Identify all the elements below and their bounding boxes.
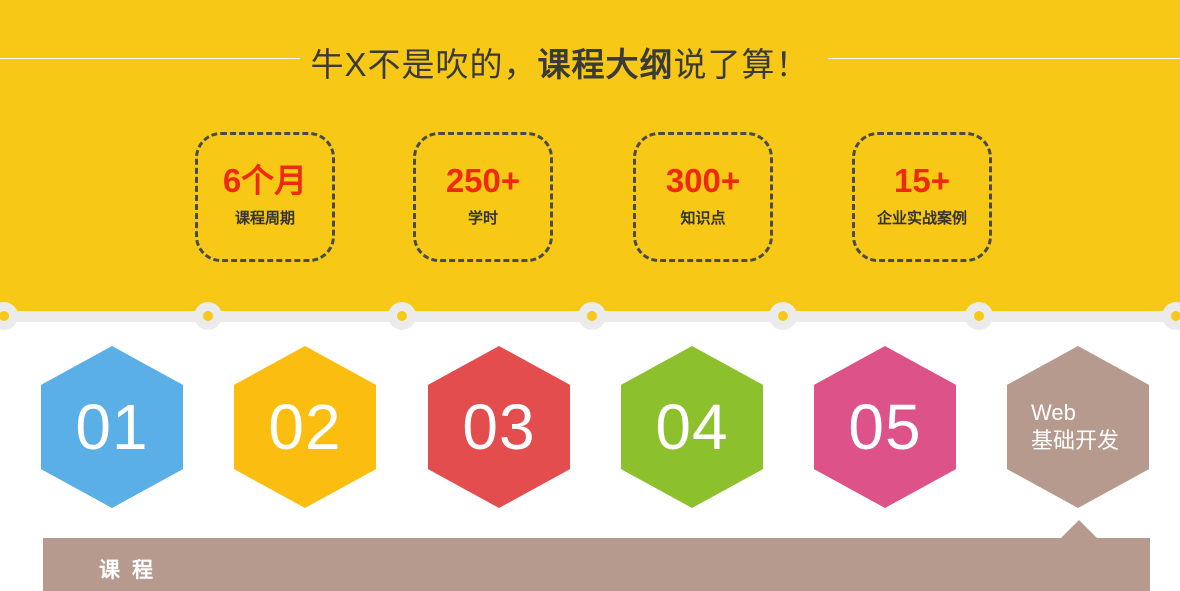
active-module-pointer: [1061, 520, 1097, 538]
stat-label: 课程周期: [234, 210, 295, 227]
module-hex-web-basics[interactable]: Web 基础开发: [1007, 346, 1149, 508]
module-title-line1: Web: [1031, 400, 1076, 425]
stat-hours: 250+ 学时: [413, 132, 553, 262]
module-number: 02: [268, 391, 342, 463]
module-number: 04: [655, 391, 729, 463]
stat-value: 300+: [665, 162, 741, 199]
stat-value: 6个月: [222, 162, 308, 199]
module-hex-03[interactable]: 03: [428, 346, 570, 508]
title-highlight: 课程大纲: [537, 46, 674, 83]
title-line-right: [828, 58, 1180, 59]
stat-course-period: 6个月 课程周期: [195, 132, 335, 262]
stat-knowledge-points: 300+ 知识点: [633, 132, 773, 262]
course-bar-label: 课程: [99, 559, 165, 582]
timeline-dot: [965, 302, 993, 330]
title-suffix: 说了算！: [673, 46, 810, 83]
module-number: 05: [848, 391, 922, 463]
module-hex-04[interactable]: 04: [621, 346, 763, 508]
timeline-dot: [769, 302, 797, 330]
timeline-dot: [1162, 302, 1180, 330]
module-hex-01[interactable]: 01: [41, 346, 183, 508]
module-hex-02[interactable]: 02: [234, 346, 376, 508]
title-line-left: [0, 58, 300, 59]
stat-label: 企业实战案例: [876, 210, 967, 227]
page-title: 牛X不是吹的，课程大纲说了算！: [300, 38, 820, 86]
stat-label: 学时: [467, 210, 498, 227]
stat-label: 知识点: [680, 210, 726, 227]
module-title-line2: 基础开发: [1031, 428, 1120, 453]
module-number: 01: [75, 391, 149, 463]
stat-value: 250+: [445, 162, 521, 199]
timeline-dot: [194, 302, 222, 330]
timeline-dot: [388, 302, 416, 330]
timeline-dot: [578, 302, 606, 330]
title-prefix: 牛X不是吹的，: [310, 46, 538, 83]
module-number: 03: [462, 391, 536, 463]
stat-cases: 15+ 企业实战案例: [852, 132, 992, 262]
course-bar: 课程: [43, 538, 1150, 591]
stat-value: 15+: [894, 162, 950, 199]
module-hex-05[interactable]: 05: [814, 346, 956, 508]
